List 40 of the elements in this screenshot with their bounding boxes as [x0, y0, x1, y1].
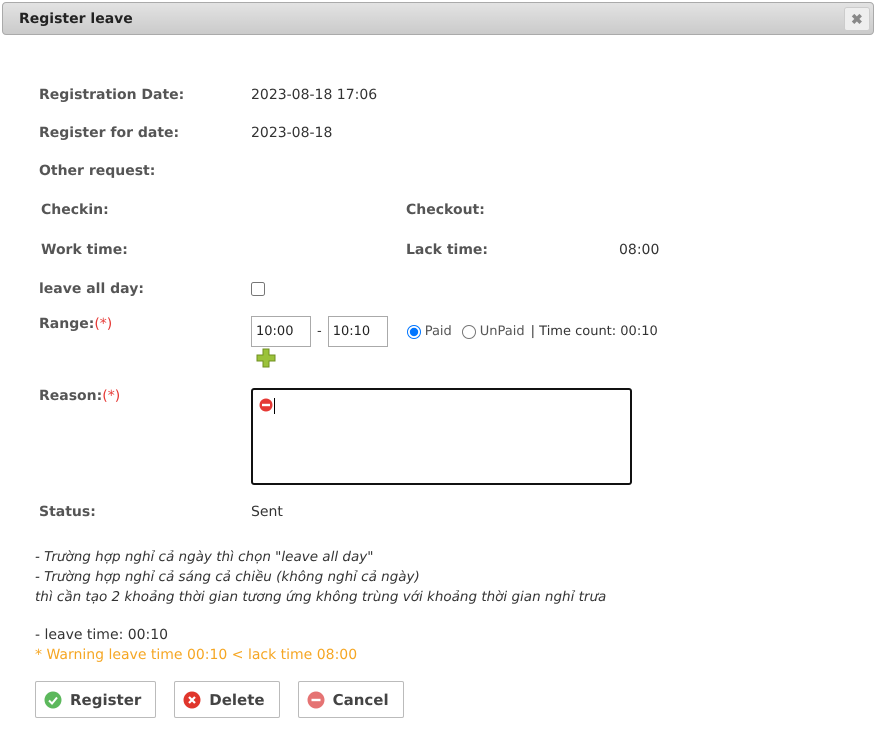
separator: - [317, 324, 322, 339]
field-value: 2023-08-18 [251, 125, 332, 141]
leave-all-day-checkbox[interactable] [251, 282, 265, 296]
minus-icon [306, 690, 325, 708]
radio-label[interactable]: Paid [424, 324, 452, 339]
field-label: Reason: [39, 388, 102, 404]
radio-label[interactable]: UnPaid [480, 324, 525, 339]
required-mark: (*) [94, 316, 112, 332]
field-value: 2023-08-18 17:06 [251, 87, 378, 103]
window-title: Register leave [19, 10, 133, 26]
reason-field[interactable] [251, 388, 632, 485]
radio-button[interactable] [406, 324, 421, 338]
field-label: Checkin: [41, 202, 110, 218]
start-time-field[interactable]: 10:00 [251, 316, 311, 347]
field-value: Sent [251, 504, 283, 520]
field-label: Registration Date: [39, 87, 186, 103]
warning-text: * Warning leave time 00:10 < lack time 08:00 [35, 646, 358, 665]
required-mark: (*) [102, 388, 120, 404]
end-time-field[interactable]: 10:10 [328, 316, 388, 347]
field-label: Status: [39, 504, 97, 520]
cancel-button[interactable]: Cancel [298, 681, 404, 718]
note-text: thì cần tạo 2 khoảng thời gian tương ứng không trùng với khoảng thời gian nghỉ trưa [35, 588, 608, 607]
leave-time-text: - leave time: 00:10 [35, 626, 170, 645]
field-label: Range: [39, 316, 94, 332]
field-label: Work time: [41, 242, 129, 258]
field-label: leave all day: [39, 281, 145, 297]
delete-icon [183, 690, 202, 708]
field-label: Lack time: [406, 242, 490, 258]
time-count: | Time count: 00:10 [530, 324, 658, 339]
delete-button[interactable]: Delete [174, 681, 280, 718]
radio-button[interactable] [462, 324, 476, 338]
check-icon [44, 690, 62, 708]
field-label: Checkout: [406, 202, 486, 218]
register-button[interactable]: Register [35, 681, 156, 718]
add-icon[interactable] [256, 348, 276, 368]
note-text: - Trường hợp nghỉ cả sáng cả chiều (không nghỉ cả ngày) [35, 568, 421, 587]
field-label: Register for date: [39, 125, 180, 141]
field-value: 08:00 [619, 242, 660, 258]
field-label: Other request: [39, 163, 156, 179]
note-text: - Trường hợp nghỉ cả ngày thì chọn "leave all day" [35, 548, 374, 567]
